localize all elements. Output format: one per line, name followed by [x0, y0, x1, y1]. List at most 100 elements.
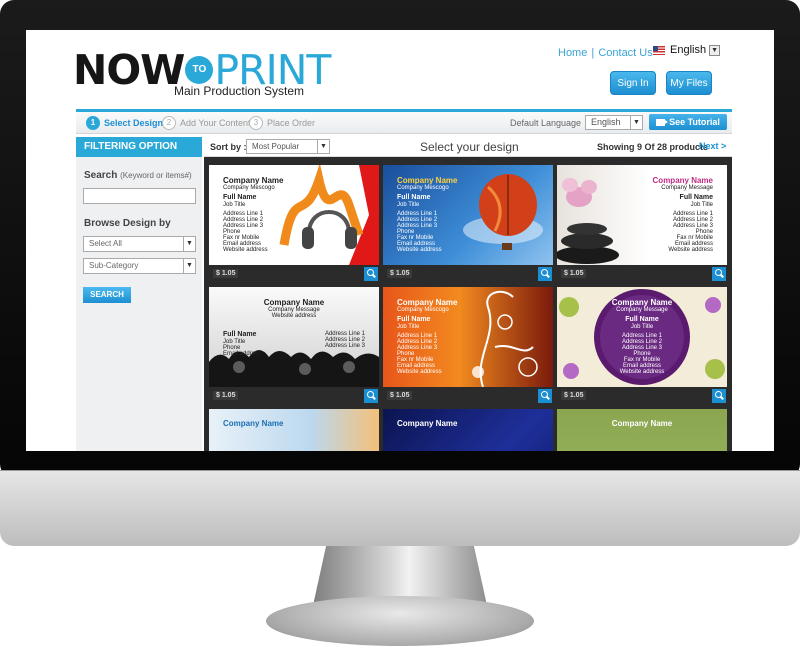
zoom-icon[interactable]: [538, 389, 552, 403]
tile-footer: $ 1.05: [383, 387, 553, 405]
design-card-preview[interactable]: Company Name Company Mescogo Full Name J…: [383, 287, 553, 387]
company-slogan: Company Message: [661, 185, 713, 191]
design-tile[interactable]: Company Name Company Message Website add…: [209, 287, 379, 405]
step-label: Place Order: [267, 118, 316, 128]
card-text: Company Name Company Mescogo Full Name J…: [223, 176, 283, 253]
job-title: Job Title: [690, 202, 713, 208]
card-line: Email address: [223, 351, 262, 357]
search-input[interactable]: [83, 188, 196, 204]
price-badge: $ 1.05: [213, 391, 239, 400]
full-name: Full Name: [625, 316, 659, 323]
sort-value: Most Popular: [252, 142, 300, 151]
step-label: Add Your Content: [180, 118, 251, 128]
design-card-preview[interactable]: Company Name Company Mescogo Full Name J…: [383, 165, 553, 265]
design-card-preview[interactable]: Company Name Company Message Full Name J…: [557, 287, 727, 387]
design-tile[interactable]: Company Name: [557, 409, 727, 451]
company-name: Company Name: [223, 419, 284, 428]
card-text-right: Address Line 1 Address Line 2 Address Li…: [325, 331, 365, 349]
card-line: Website address: [397, 247, 442, 253]
language-selector[interactable]: English ▼: [653, 44, 721, 56]
company-name: Company Name: [611, 298, 673, 307]
zoom-icon[interactable]: [364, 267, 378, 281]
design-card-preview[interactable]: Company Name: [209, 409, 379, 451]
price-badge: $ 1.05: [561, 391, 587, 400]
default-language-select[interactable]: English ▼: [585, 115, 643, 130]
screen: NOW TO PRINT Main Production System Home…: [26, 30, 774, 451]
search-label-text: Search: [84, 170, 118, 181]
video-camera-icon: [656, 118, 669, 126]
top-links: Home | Contact Us: [558, 47, 653, 59]
zoom-icon[interactable]: [538, 267, 552, 281]
see-tutorial-label: See Tutorial: [669, 117, 720, 127]
search-hint: (Keyword or items#): [120, 171, 192, 180]
language-label: English: [670, 44, 707, 56]
design-tile[interactable]: Company Name Company Mescogo Full Name J…: [209, 165, 379, 283]
company-name: Company Name: [611, 419, 673, 428]
step-number: 2: [162, 116, 176, 130]
card-text: Company Name: [557, 419, 727, 428]
price-badge: $ 1.05: [387, 269, 413, 278]
step-add-your-content[interactable]: 2 Add Your Content: [162, 116, 251, 130]
job-title: Job Title: [223, 202, 246, 208]
tile-footer: $ 1.05: [557, 265, 727, 283]
design-card-preview[interactable]: Company Name Company Message Full Name J…: [557, 165, 727, 265]
logo-subtitle: Main Production System: [174, 84, 305, 98]
website-address: Website address: [271, 313, 317, 319]
chevron-down-icon[interactable]: ▼: [709, 44, 721, 56]
card-text: Company Name Company Mescogo Full Name J…: [397, 298, 457, 375]
card-line: Website address: [223, 247, 268, 253]
company-slogan: Company Mescogo: [397, 307, 449, 313]
design-card-preview[interactable]: Company Name: [557, 409, 727, 451]
card-text: Company Name Company Mescogo Full Name J…: [397, 176, 457, 253]
design-card-preview[interactable]: Company Name Company Mescogo Full Name J…: [209, 165, 379, 265]
design-card-preview[interactable]: Company Name: [383, 409, 553, 451]
card-text: Company Name: [223, 419, 283, 428]
contact-us-link[interactable]: Contact Us: [598, 47, 652, 59]
design-card-preview[interactable]: Company Name Company Message Website add…: [209, 287, 379, 387]
chevron-down-icon: ▼: [183, 237, 195, 251]
logo-to-circle: TO: [185, 56, 214, 84]
full-name: Full Name: [223, 331, 257, 338]
job-title: Job Title: [630, 324, 654, 330]
job-title: Job Title: [397, 324, 420, 330]
card-line: Address Line 3: [324, 343, 365, 349]
monitor-stand-base: [266, 596, 534, 646]
company-name: Company Name: [263, 298, 325, 307]
my-files-button[interactable]: My Files: [666, 71, 712, 95]
sub-category-value: Sub-Category: [89, 261, 139, 270]
design-tile[interactable]: Company Name Company Message Full Name J…: [557, 165, 727, 283]
showing-count: Showing 9 Of 28 products: [597, 142, 709, 152]
company-name: Company Name: [223, 176, 284, 185]
price-badge: $ 1.05: [213, 269, 239, 278]
design-tile[interactable]: Company Name Company Mescogo Full Name J…: [383, 287, 553, 405]
tile-footer: $ 1.05: [383, 265, 553, 283]
design-tile[interactable]: Company Name Company Mescogo Full Name J…: [383, 165, 553, 283]
design-tile[interactable]: Company Name: [383, 409, 553, 451]
design-tile[interactable]: Company Name: [209, 409, 379, 451]
step-select-design[interactable]: 1 Select Design: [86, 116, 163, 130]
job-title: Job Title: [397, 202, 420, 208]
category-select[interactable]: Select All ▼: [83, 236, 196, 252]
step-label: Select Design: [104, 118, 164, 128]
company-name: Company Name: [652, 176, 713, 185]
home-link[interactable]: Home: [558, 47, 587, 59]
next-page-link[interactable]: Next >: [699, 141, 726, 151]
filter-sidebar: FILTERING OPTION Search (Keyword or item…: [76, 137, 202, 451]
search-label: Search (Keyword or items#): [84, 170, 192, 181]
design-gallery: Sort by : Most Popular ▼ Select your des…: [204, 137, 732, 451]
price-badge: $ 1.05: [561, 269, 587, 278]
step-place-order[interactable]: 3 Place Order: [249, 116, 315, 130]
search-button[interactable]: SEARCH: [83, 287, 131, 303]
see-tutorial-button[interactable]: See Tutorial: [649, 114, 727, 130]
zoom-icon[interactable]: [364, 389, 378, 403]
sort-select[interactable]: Most Popular ▼: [246, 139, 330, 154]
zoom-icon[interactable]: [712, 389, 726, 403]
sign-in-button[interactable]: Sign In: [610, 71, 656, 95]
category-value: Select All: [89, 239, 122, 248]
sub-category-select[interactable]: Sub-Category ▼: [83, 258, 196, 274]
card-line: Website address: [668, 247, 713, 253]
zoom-icon[interactable]: [712, 267, 726, 281]
monitor-mockup: NOW TO PRINT Main Production System Home…: [0, 0, 800, 658]
design-tile[interactable]: Company Name Company Message Full Name J…: [557, 287, 727, 405]
full-name: Full Name: [397, 194, 431, 201]
